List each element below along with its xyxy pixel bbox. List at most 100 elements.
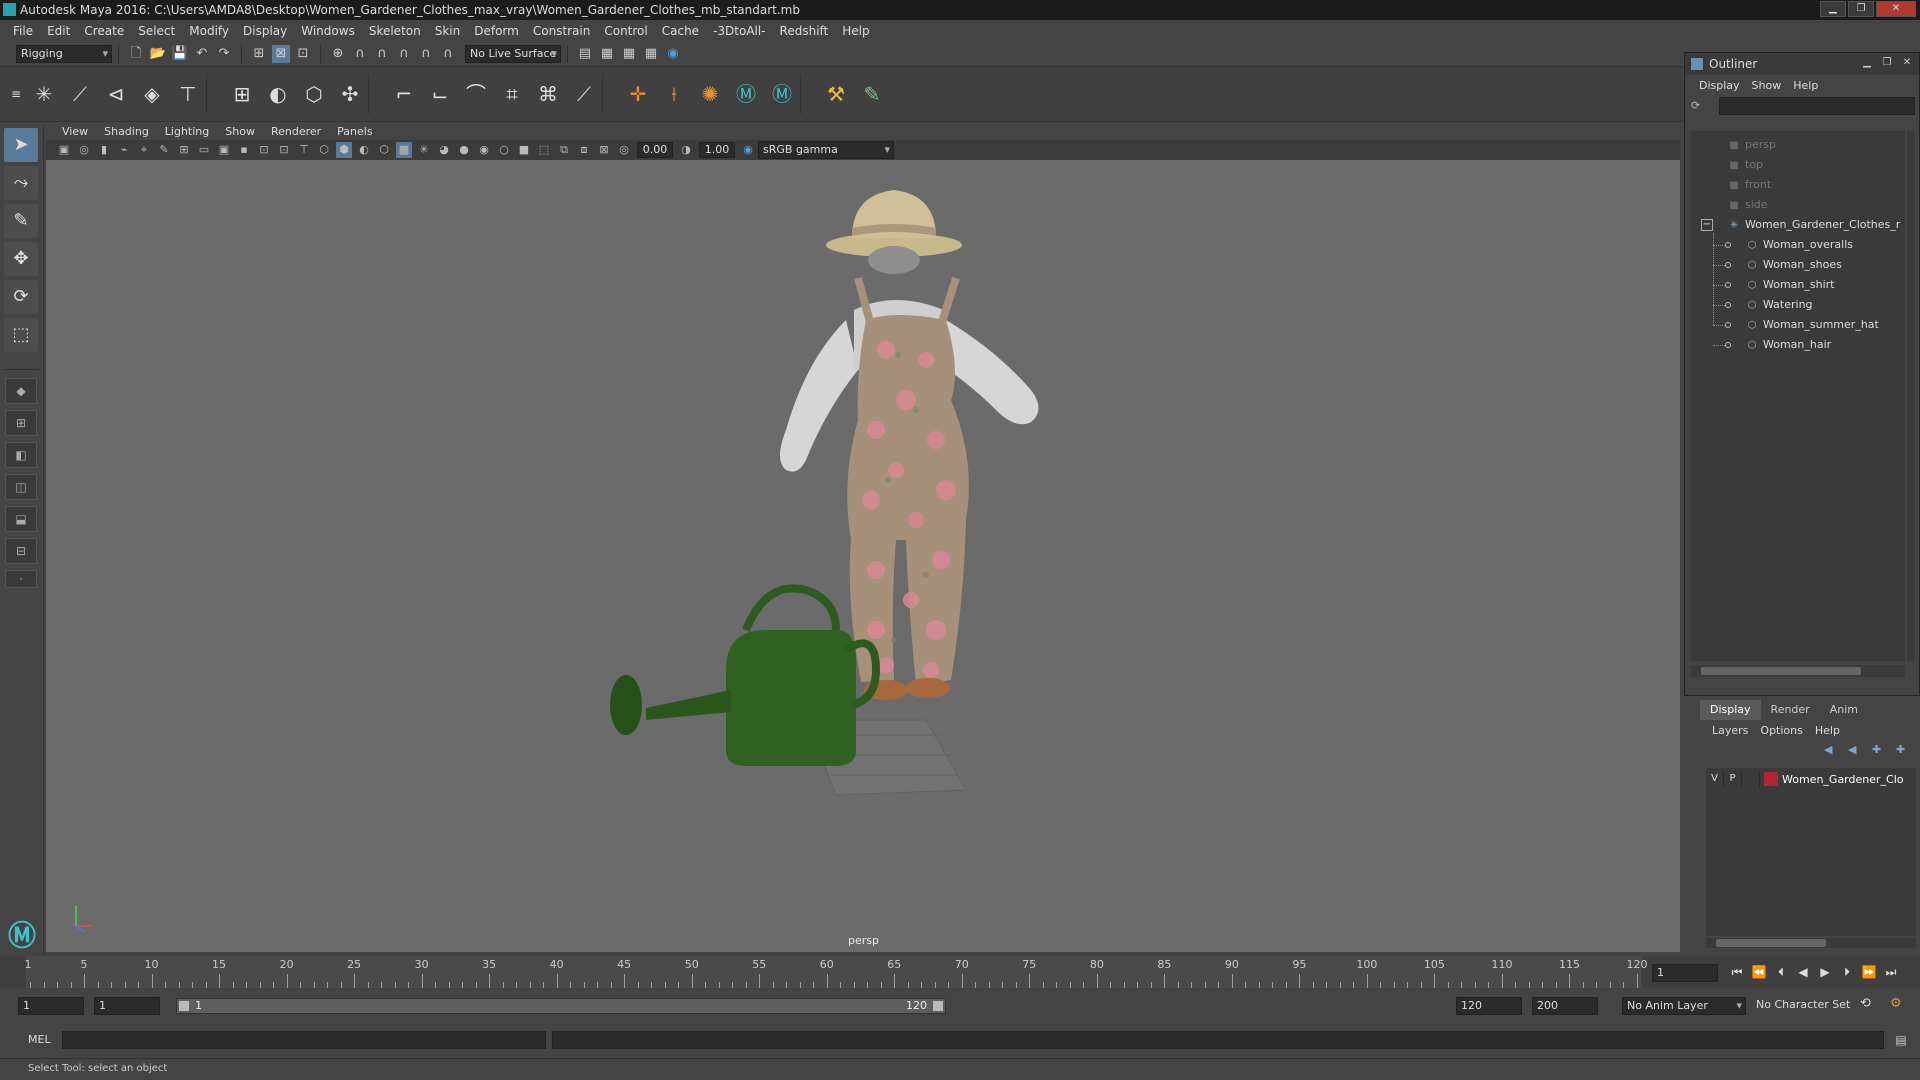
- outliner-menu-display[interactable]: Display: [1693, 79, 1746, 92]
- mel-input-field[interactable]: [62, 1031, 546, 1049]
- snap-view-icon[interactable]: ∩: [395, 45, 413, 63]
- expand-dot-icon[interactable]: [1725, 282, 1731, 288]
- menu-edit[interactable]: Edit: [40, 24, 77, 38]
- snap-live-icon[interactable]: ∩: [439, 45, 457, 63]
- lasso-tool-icon[interactable]: ⤳: [4, 166, 38, 200]
- filter-icon[interactable]: ⟳: [1691, 99, 1705, 113]
- isolate-select-icon[interactable]: ⬚: [536, 142, 552, 158]
- outliner-item-front[interactable]: ■ front: [1727, 175, 1771, 195]
- panel-menu-lighting[interactable]: Lighting: [157, 125, 217, 138]
- undo-icon[interactable]: ↶: [193, 45, 211, 63]
- layer-playback-toggle[interactable]: P: [1724, 771, 1742, 787]
- depth-of-field-icon[interactable]: ■: [516, 142, 532, 158]
- perspective-viewport[interactable]: persp: [46, 160, 1680, 952]
- outliner-title-bar[interactable]: Outliner ▁ ❐ ✕: [1685, 53, 1919, 75]
- film-gate-icon[interactable]: ▭: [196, 142, 212, 158]
- color-management-icon[interactable]: ◉: [740, 142, 756, 158]
- joint-tool-icon[interactable]: ✳: [28, 78, 60, 110]
- select-object-icon[interactable]: ⊠: [272, 45, 290, 63]
- outliner-maximize-button[interactable]: ❐: [1879, 56, 1895, 70]
- point-constraint-icon[interactable]: ⌐: [388, 78, 420, 110]
- rotate-tool-icon[interactable]: ⟳: [4, 280, 38, 314]
- locator-icon[interactable]: ✛: [622, 78, 654, 110]
- new-empty-layer-icon[interactable]: ✚: [1872, 743, 1890, 759]
- panel-menu-renderer[interactable]: Renderer: [263, 125, 329, 138]
- gate-mask-icon[interactable]: ▪: [236, 142, 252, 158]
- outliner-close-button[interactable]: ✕: [1899, 56, 1915, 70]
- minimize-button[interactable]: ▁: [1820, 1, 1846, 17]
- panel-menu-show[interactable]: Show: [217, 125, 263, 138]
- layer-menu-layers[interactable]: Layers: [1706, 724, 1754, 737]
- character-set-label[interactable]: No Character Set: [1756, 998, 1850, 1011]
- layer-list-scrollbar[interactable]: [1706, 938, 1916, 948]
- menu-select[interactable]: Select: [131, 24, 182, 38]
- mirror-joint-icon[interactable]: ⊲: [100, 78, 132, 110]
- anim-layer-dropdown[interactable]: No Anim Layer: [1622, 997, 1746, 1015]
- gamma-icon[interactable]: ◑: [678, 142, 694, 158]
- step-forward-frame-icon[interactable]: ⏵: [1838, 962, 1856, 982]
- paint-select-icon[interactable]: ✎: [4, 204, 38, 238]
- layer-display-type-toggle[interactable]: [1742, 771, 1760, 787]
- mel-label[interactable]: MEL: [28, 1033, 51, 1046]
- exposure-field[interactable]: 0.00: [637, 142, 673, 158]
- grid-icon[interactable]: ⊞: [176, 142, 192, 158]
- menu-display[interactable]: Display: [236, 24, 294, 38]
- menu-cache[interactable]: Cache: [655, 24, 706, 38]
- play-forward-icon[interactable]: ▶: [1816, 962, 1834, 982]
- menu-windows[interactable]: Windows: [294, 24, 362, 38]
- playback-end-field[interactable]: 120: [1456, 997, 1522, 1015]
- camera-attributes-icon[interactable]: ◎: [76, 142, 92, 158]
- outliner-search-input[interactable]: [1719, 97, 1915, 115]
- current-frame-field[interactable]: 1: [1652, 964, 1718, 982]
- expand-dot-icon[interactable]: [1725, 262, 1731, 268]
- bookmark-icon[interactable]: ▮: [96, 142, 112, 158]
- outliner-item-mesh[interactable]: ⬡ Woman_shoes: [1745, 255, 1842, 275]
- screen-space-ao-icon[interactable]: ●: [456, 142, 472, 158]
- menuset-dropdown[interactable]: Rigging: [16, 45, 112, 63]
- snap-point-icon[interactable]: ∩: [373, 45, 391, 63]
- maximize-button[interactable]: ❐: [1848, 1, 1874, 17]
- range-slider[interactable]: 1 120: [176, 998, 946, 1014]
- menu-file[interactable]: File: [6, 24, 40, 38]
- layout-more-icon[interactable]: ·: [5, 570, 37, 588]
- field-chart-icon[interactable]: ⊡: [256, 142, 272, 158]
- animation-start-field[interactable]: 1: [18, 997, 84, 1015]
- insert-joint-icon[interactable]: ⟋: [64, 78, 96, 110]
- tab-display[interactable]: Display: [1700, 700, 1761, 720]
- panel-menu-view[interactable]: View: [54, 125, 96, 138]
- pole-vector-icon[interactable]: ⟋: [568, 78, 600, 110]
- render-settings-icon[interactable]: ▤: [576, 45, 594, 63]
- layer-visibility-toggle[interactable]: V: [1706, 771, 1724, 787]
- lattice-icon[interactable]: ⬡: [298, 78, 330, 110]
- anti-aliasing-icon[interactable]: ○: [496, 142, 512, 158]
- bind-skin-icon[interactable]: ⊞: [226, 78, 258, 110]
- cluster-icon[interactable]: ✣: [334, 78, 366, 110]
- smooth-shade-icon[interactable]: ⬢: [336, 142, 352, 158]
- outliner-minimize-button[interactable]: ▁: [1859, 56, 1875, 70]
- move-tool-icon[interactable]: ✥: [4, 242, 38, 276]
- set-driven-key-icon[interactable]: ⚒: [820, 78, 852, 110]
- menu-skeleton[interactable]: Skeleton: [362, 24, 428, 38]
- range-end-handle[interactable]: [933, 1001, 943, 1011]
- snap-grid-icon[interactable]: ⊕: [329, 45, 347, 63]
- wireframe-icon[interactable]: ⬡: [316, 142, 332, 158]
- safe-action-icon[interactable]: ⊡: [276, 142, 292, 158]
- layer-color-swatch[interactable]: [1764, 772, 1778, 786]
- shadows-icon[interactable]: ◕: [436, 142, 452, 158]
- animation-end-field[interactable]: 200: [1532, 997, 1598, 1015]
- step-back-frame-icon[interactable]: ⏴: [1772, 962, 1790, 982]
- orient-joint-icon[interactable]: ◈: [136, 78, 168, 110]
- outliner-item-top[interactable]: ■ top: [1727, 155, 1763, 175]
- exposure-icon[interactable]: ◎: [616, 142, 632, 158]
- panel-menu-shading[interactable]: Shading: [96, 125, 157, 138]
- panel-menu-panels[interactable]: Panels: [329, 125, 380, 138]
- time-slider[interactable]: 1 5 10 15 20 25 30 35 40 45 50 55 60 65 70 75 80 85 90 95 1…: [0, 956, 1920, 988]
- four-view-layout-icon[interactable]: ⊞: [5, 410, 37, 436]
- image-plane-icon[interactable]: ⌁: [116, 142, 132, 158]
- tab-anim[interactable]: Anim: [1820, 700, 1868, 720]
- hypershade-icon[interactable]: ◉: [664, 45, 682, 63]
- scrollbar-thumb[interactable]: [1716, 939, 1826, 947]
- go-to-start-icon[interactable]: ⏮: [1728, 962, 1746, 982]
- menu-control[interactable]: Control: [597, 24, 654, 38]
- gamma-field[interactable]: 1.00: [699, 142, 735, 158]
